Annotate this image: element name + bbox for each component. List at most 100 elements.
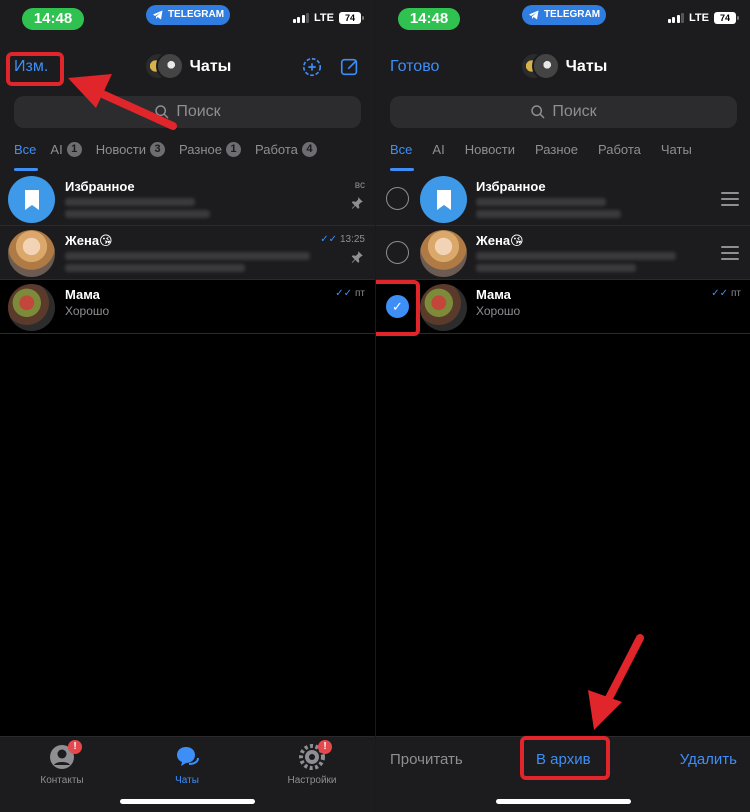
left-screen: 14:48 TELEGRAM LTE 74 Изм. Чаты Поиск Вс… <box>0 0 375 812</box>
tab-all[interactable]: Все <box>14 142 36 157</box>
chat-row-wife[interactable]: Жена😘 <box>376 226 750 280</box>
bookmark-icon <box>24 189 39 210</box>
blurred-preview <box>476 252 676 260</box>
blurred-preview <box>476 264 636 272</box>
chat-time: вс <box>354 180 365 191</box>
search-field[interactable]: Поиск <box>390 96 737 128</box>
stories-avatars[interactable] <box>519 52 560 82</box>
battery-icon: 74 <box>339 12 364 24</box>
tab-label: Работа <box>254 142 298 157</box>
tab-news[interactable]: Новости 3 <box>95 142 166 157</box>
tab-misc[interactable]: Разное <box>535 142 578 157</box>
tab-label: Разное <box>179 142 222 157</box>
chat-name: Мама <box>476 287 511 302</box>
tab-chats[interactable]: Чаты <box>661 142 692 157</box>
chat-time: ✓✓ 13:25 <box>320 234 365 245</box>
active-tab-indicator <box>14 168 38 171</box>
select-checkbox[interactable] <box>386 241 409 264</box>
saved-messages-avatar <box>8 176 55 223</box>
chat-row-mom[interactable]: Мама Хорошо ✓✓ пт <box>0 280 375 334</box>
blurred-preview <box>65 264 245 272</box>
chat-time-value: пт <box>731 288 741 299</box>
tab-badge: 4 <box>301 142 317 157</box>
telegram-pill-label: TELEGRAM <box>167 9 225 20</box>
tab-work[interactable]: Работа <box>598 142 641 157</box>
status-time: 14:48 <box>22 8 84 30</box>
search-icon <box>155 105 169 119</box>
bookmark-icon <box>436 189 451 210</box>
chat-preview: Хорошо <box>476 304 521 318</box>
chat-name: Избранное <box>476 179 546 194</box>
page-title: Чаты <box>565 58 608 75</box>
gear-icon: ! <box>298 740 332 771</box>
mark-read-button[interactable]: Прочитать <box>390 751 463 768</box>
tab-ai[interactable]: AI <box>432 142 444 157</box>
chat-row-wife[interactable]: Жена😘 ✓✓ 13:25 <box>0 226 375 280</box>
battery-icon: 74 <box>714 12 739 24</box>
telegram-pill-label: TELEGRAM <box>543 9 601 20</box>
tab-all[interactable]: Все <box>390 142 412 157</box>
tab-label: Все <box>390 142 413 157</box>
signal-icon <box>292 13 310 23</box>
reorder-handle-icon[interactable] <box>721 192 739 210</box>
chat-row-saved[interactable]: Избранное <box>376 172 750 226</box>
notification-badge: ! <box>68 740 82 754</box>
annotation-box-select <box>376 280 420 336</box>
read-checks-icon: ✓✓ <box>320 234 337 245</box>
pin-icon <box>350 196 364 213</box>
select-checkbox[interactable] <box>386 187 409 210</box>
tab-badge: 1 <box>225 142 241 157</box>
tabbar-contacts[interactable]: ! Контакты <box>22 740 102 786</box>
wife-avatar <box>420 230 467 277</box>
compose-icon[interactable] <box>339 56 361 78</box>
tab-label: Новости <box>95 142 147 157</box>
tab-label: Все <box>14 142 37 157</box>
home-indicator <box>120 799 255 804</box>
tab-label: Новости <box>464 142 516 157</box>
tab-ai[interactable]: AI 1 <box>50 142 82 157</box>
telegram-pill[interactable]: TELEGRAM <box>146 5 230 25</box>
read-checks-icon: ✓✓ <box>335 288 352 299</box>
stories-avatars[interactable] <box>143 52 184 82</box>
chat-list: Избранное Жена😘 ✓ Мама Хорошо ✓✓ пт <box>376 172 750 334</box>
reorder-handle-icon[interactable] <box>721 246 739 264</box>
search-placeholder: Поиск <box>176 103 221 120</box>
tab-label: AI <box>432 142 445 157</box>
tab-work[interactable]: Работа 4 <box>255 142 317 157</box>
chat-time: ✓✓ пт <box>711 288 741 299</box>
network-label: LTE <box>689 12 709 24</box>
chat-name: Жена😘 <box>476 233 524 248</box>
search-icon <box>531 105 545 119</box>
tab-label: Чаты <box>660 142 692 157</box>
wife-avatar <box>8 230 55 277</box>
new-story-icon[interactable] <box>301 56 323 78</box>
folder-tabs: Все AI 1 Новости 3 Разное 1 Работа 4 <box>14 142 375 157</box>
tab-news[interactable]: Новости <box>465 142 515 157</box>
chat-row-mom[interactable]: ✓ Мама Хорошо ✓✓ пт <box>376 280 750 334</box>
page-title: Чаты <box>189 58 232 75</box>
status-right: LTE 74 <box>292 12 364 24</box>
delete-button[interactable]: Удалить <box>680 751 737 768</box>
search-placeholder: Поиск <box>552 103 597 120</box>
mom-avatar <box>8 284 55 331</box>
saved-messages-avatar <box>420 176 467 223</box>
notification-badge: ! <box>318 740 332 754</box>
tabbar-label: Настройки <box>287 775 337 786</box>
right-screen: 14:48 TELEGRAM LTE 74 Готово Чаты Поиск … <box>375 0 750 812</box>
tabbar-settings[interactable]: ! Настройки <box>272 740 352 786</box>
blurred-preview <box>65 252 310 260</box>
status-right: LTE 74 <box>667 12 739 24</box>
chat-list: Избранное вс Жена😘 ✓✓ 13:25 Мама Хорошо ✓… <box>0 172 375 334</box>
status-time: 14:48 <box>398 8 460 30</box>
search-field[interactable]: Поиск <box>14 96 361 128</box>
tabbar-chats[interactable]: Чаты <box>147 743 227 786</box>
tabbar-label: Чаты <box>175 775 199 786</box>
chat-row-saved[interactable]: Избранное вс <box>0 172 375 226</box>
tab-misc[interactable]: Разное 1 <box>179 142 241 157</box>
telegram-pill[interactable]: TELEGRAM <box>522 5 606 25</box>
nav-title[interactable]: Чаты <box>376 52 750 82</box>
read-checks-icon: ✓✓ <box>711 288 728 299</box>
home-indicator <box>496 799 631 804</box>
tab-badge: 1 <box>66 142 82 157</box>
blurred-preview <box>65 210 210 218</box>
